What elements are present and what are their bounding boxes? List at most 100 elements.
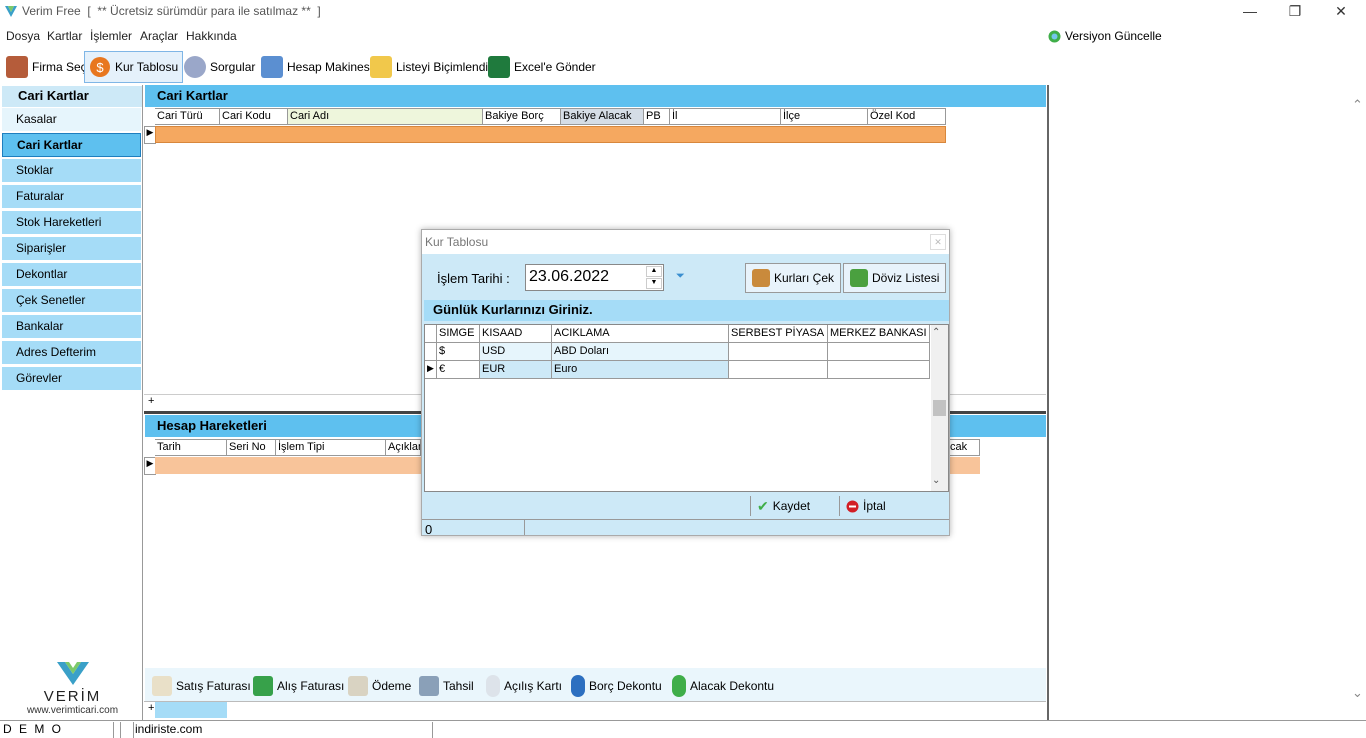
col-cari-turu[interactable]: Cari Türü bbox=[155, 108, 220, 125]
col-il[interactable]: İl bbox=[670, 108, 781, 125]
menu-kartlar[interactable]: Kartlar bbox=[47, 29, 82, 43]
brand-logo: VERİM www.verimticari.com bbox=[20, 660, 125, 716]
dialog-close-icon[interactable]: ✕ bbox=[930, 234, 946, 250]
acilis-karti-button[interactable]: Açılış Kartı bbox=[482, 670, 566, 702]
cell-simge[interactable]: $ bbox=[437, 343, 480, 361]
menu-islemler[interactable]: İşlemler bbox=[90, 29, 132, 43]
col-serbest-piyasa[interactable]: SERBEST PİYASA bbox=[729, 325, 828, 343]
nav-item-cari-kartlar[interactable]: Cari Kartlar bbox=[2, 133, 141, 157]
kaydet-label: Kaydet bbox=[772, 499, 811, 513]
col-simge[interactable]: SIMGE bbox=[437, 325, 480, 343]
sorgular-button[interactable]: Sorgular bbox=[180, 51, 259, 83]
kaydet-button[interactable]: ✔ Kaydet bbox=[750, 496, 816, 516]
col-cari-kodu[interactable]: Cari Kodu bbox=[220, 108, 288, 125]
cari-kartlar-header: Cari Kartlar bbox=[145, 85, 1046, 107]
scroll-up-icon[interactable]: ⌃ bbox=[932, 327, 940, 338]
money-icon bbox=[253, 676, 273, 696]
kur-tablosu-button[interactable]: $ Kur Tablosu bbox=[84, 51, 184, 83]
kur-tablosu-dialog: Kur Tablosu ✕ İşlem Tarihi : 23.06.2022 … bbox=[421, 229, 950, 537]
kur-row-eur[interactable]: ▶ € EUR Euro bbox=[425, 361, 948, 379]
nav-item-dekontlar[interactable]: Dekontlar bbox=[2, 263, 141, 287]
verim-logo-icon bbox=[56, 662, 89, 685]
islem-tarihi-input[interactable]: 23.06.2022 bbox=[525, 264, 664, 291]
hesap-row-selected-right[interactable] bbox=[948, 457, 980, 474]
excele-gonder-button[interactable]: Excel'e Gönder bbox=[484, 51, 600, 83]
close-button[interactable]: ✕ bbox=[1318, 0, 1364, 24]
col-ozel-kod[interactable]: Özel Kod bbox=[868, 108, 946, 125]
listeyi-bicimlendir-button[interactable]: Listeyi Biçimlendir bbox=[366, 51, 496, 83]
scroll-down-icon[interactable]: ⌄ bbox=[932, 475, 940, 486]
col-ilce[interactable]: İlçe bbox=[781, 108, 868, 125]
calendar-dropdown-icon[interactable]: ⏷ bbox=[676, 270, 685, 283]
nav-item-cek-senetler[interactable]: Çek Senetler bbox=[2, 289, 141, 313]
nav-item-stok-hareketleri[interactable]: Stok Hareketleri bbox=[2, 211, 141, 235]
title-bar: Verim Free [ ** Ücretsiz sürümdür para i… bbox=[0, 0, 1366, 24]
col-bakiye-borc[interactable]: Bakiye Borç bbox=[483, 108, 561, 125]
hesap-row-selected[interactable] bbox=[155, 457, 421, 474]
col-islem-tipi[interactable]: İşlem Tipi bbox=[276, 439, 386, 456]
alis-faturasi-button[interactable]: Alış Faturası bbox=[249, 670, 348, 702]
cell-serbest[interactable] bbox=[729, 343, 828, 361]
firma-sec-button[interactable]: Firma Seç bbox=[2, 51, 91, 83]
nav-item-siparisler[interactable]: Siparişler bbox=[2, 237, 141, 261]
alacak-dekontu-button[interactable]: Alacak Dekontu bbox=[668, 670, 778, 702]
hesap-add-row-button[interactable]: + bbox=[144, 701, 1046, 719]
col-cari-adi[interactable]: Cari Adı bbox=[288, 108, 483, 125]
cell-merkez[interactable] bbox=[828, 361, 930, 379]
iptal-button[interactable]: İptal bbox=[839, 496, 892, 516]
islem-tarihi-label: İşlem Tarihi : bbox=[437, 271, 510, 286]
menu-araclar[interactable]: Araçlar bbox=[140, 29, 178, 43]
date-spin-down-icon[interactable]: ▼ bbox=[646, 278, 662, 289]
kurlari-cek-label: Kurları Çek bbox=[774, 271, 835, 285]
scroll-thumb[interactable] bbox=[933, 400, 946, 416]
borc-dekontu-button[interactable]: Borç Dekontu bbox=[567, 670, 666, 702]
demo-label: D E M O bbox=[3, 722, 64, 736]
cari-row-selected[interactable] bbox=[155, 126, 946, 143]
nav-item-gorevler[interactable]: Görevler bbox=[2, 367, 141, 391]
nav-item-adres-defterim[interactable]: Adres Defterim bbox=[2, 341, 141, 365]
nav-item-faturalar[interactable]: Faturalar bbox=[2, 185, 141, 209]
cari-grid-header: Cari Türü Cari Kodu Cari Adı Bakiye Borç… bbox=[155, 108, 946, 125]
cell-serbest[interactable] bbox=[729, 361, 828, 379]
odeme-button[interactable]: Ödeme bbox=[344, 670, 415, 702]
hesap-makinesi-button[interactable]: Hesap Makinesi bbox=[257, 51, 376, 83]
doviz-listesi-button[interactable]: Döviz Listesi bbox=[843, 263, 947, 293]
globe-icon bbox=[1048, 30, 1061, 42]
versiyon-guncelle-button[interactable]: Versiyon Güncelle bbox=[1048, 29, 1162, 43]
minimize-button[interactable]: — bbox=[1227, 0, 1273, 24]
col-kisaad[interactable]: KISAAD bbox=[480, 325, 552, 343]
date-spin-up-icon[interactable]: ▲ bbox=[646, 266, 662, 277]
cell-kisaad[interactable]: EUR bbox=[480, 361, 552, 379]
envelope-icon bbox=[348, 676, 368, 696]
col-tarih[interactable]: Tarih bbox=[155, 439, 227, 456]
scroll-down-icon[interactable]: ⌄ bbox=[1352, 685, 1363, 701]
menu-dosya[interactable]: Dosya bbox=[6, 29, 40, 43]
download-hand-icon bbox=[752, 269, 770, 287]
query-gear-icon bbox=[184, 56, 206, 78]
restore-button[interactable]: ❐ bbox=[1272, 0, 1318, 24]
col-merkez-bankasi[interactable]: MERKEZ BANKASI bbox=[828, 325, 930, 343]
col-pb[interactable]: PB bbox=[644, 108, 670, 125]
cell-aciklama[interactable]: Euro bbox=[552, 361, 729, 379]
cell-kisaad[interactable]: USD bbox=[480, 343, 552, 361]
nav-item-kasalar[interactable]: Kasalar bbox=[2, 108, 141, 132]
cell-simge[interactable]: € bbox=[437, 361, 480, 379]
col-aciklama[interactable]: Açıklama bbox=[386, 439, 421, 456]
kurlari-cek-button[interactable]: Kurları Çek bbox=[745, 263, 842, 293]
col-bakiye-alacak[interactable]: Bakiye Alacak bbox=[561, 108, 644, 125]
col-alacak-partial[interactable]: cak bbox=[948, 439, 980, 456]
currency-icon bbox=[850, 269, 868, 287]
footer-field bbox=[524, 520, 948, 535]
cell-aciklama[interactable]: ABD Doları bbox=[552, 343, 729, 361]
tahsil-button[interactable]: Tahsil bbox=[415, 670, 478, 702]
menu-hakkinda[interactable]: Hakkında bbox=[186, 29, 237, 43]
hesap-grid-header: Tarih Seri No İşlem Tipi Açıklama bbox=[155, 439, 421, 456]
cell-merkez[interactable] bbox=[828, 343, 930, 361]
nav-item-bankalar[interactable]: Bankalar bbox=[2, 315, 141, 339]
scroll-up-icon[interactable]: ⌃ bbox=[1352, 97, 1363, 113]
kur-row-usd[interactable]: $ USD ABD Doları bbox=[425, 343, 948, 361]
nav-item-stoklar[interactable]: Stoklar bbox=[2, 159, 141, 183]
col-seri-no[interactable]: Seri No bbox=[227, 439, 276, 456]
satis-faturasi-button[interactable]: Satış Faturası bbox=[148, 670, 255, 702]
col-aciklama[interactable]: ACIKLAMA bbox=[552, 325, 729, 343]
